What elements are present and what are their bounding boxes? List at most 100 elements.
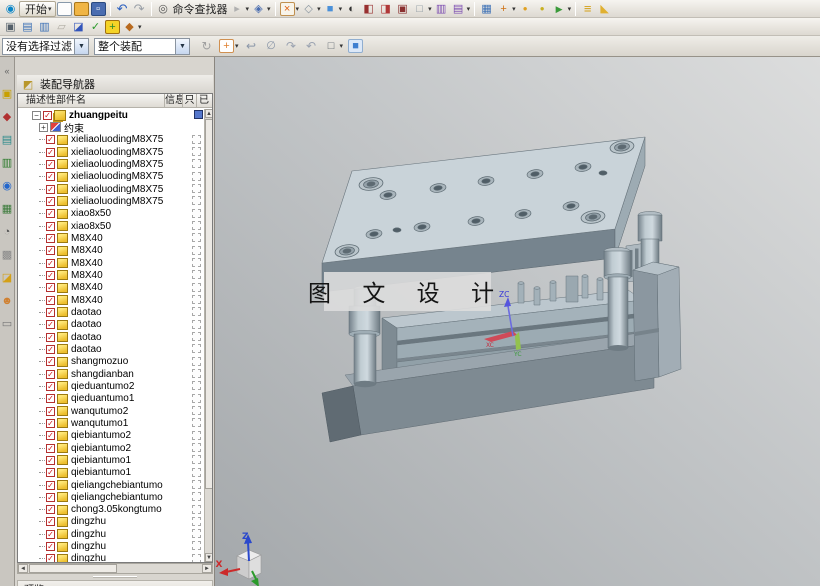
tree-row[interactable]: ✓ dingzhu [18, 528, 204, 540]
shaded-cube-icon[interactable]: ■ ▾ [322, 1, 344, 17]
readonly-checkbox[interactable] [192, 492, 201, 502]
start-button[interactable]: 开始 ▾ [19, 0, 56, 17]
tree-row[interactable]: ✓ qiebiantumo1 [18, 454, 204, 466]
component-checkbox[interactable]: ✓ [46, 320, 55, 330]
component-checkbox[interactable]: ✓ [46, 221, 55, 231]
datum-csys-icon[interactable]: + ▾ [495, 1, 517, 17]
chevron-down-icon[interactable]: ▼ [74, 38, 88, 54]
tree-row[interactable]: ✓ M8X40 [18, 282, 204, 294]
readonly-checkbox[interactable] [192, 418, 201, 428]
layer-category-icon[interactable]: ▥ [36, 19, 53, 35]
tree-row[interactable]: ✓ xieliaoluodingM8X75 [18, 158, 204, 170]
new-file-icon[interactable] [56, 1, 73, 17]
scroll-up-icon[interactable]: ▲ [205, 109, 212, 118]
tree-row[interactable]: ✓ M8X40 [18, 257, 204, 269]
layer-settings-icon[interactable]: ▤ [19, 19, 36, 35]
tree-row[interactable]: ✓ dingzhu [18, 516, 204, 528]
lock-icon[interactable]: ● [534, 1, 551, 17]
selection-filter-combo[interactable]: 没有选择过滤器 ▼ [2, 37, 89, 55]
clip-section-icon[interactable]: ◨ [377, 1, 394, 17]
tree-row[interactable]: ✓ shangdianban [18, 368, 204, 380]
tree-row[interactable]: ✓ qieliangchebiantumo [18, 479, 204, 491]
tree-row[interactable]: ✓ xiao8x50 [18, 208, 204, 220]
right-end-block[interactable] [632, 261, 682, 382]
readonly-checkbox[interactable] [192, 233, 201, 243]
readonly-checkbox[interactable] [192, 245, 201, 255]
save-icon[interactable]: ▫ [90, 1, 107, 17]
chevron-down-icon[interactable]: ▾ [568, 5, 572, 13]
scroll-down-icon[interactable]: ▼ [205, 553, 212, 562]
tree-row[interactable]: ✓ qieliangchebiantumo [18, 491, 204, 503]
component-checkbox[interactable]: ✓ [46, 172, 55, 182]
panel-splitter[interactable] [17, 576, 213, 579]
tree-row[interactable]: ✓ shangmozuo [18, 356, 204, 368]
window-icon[interactable]: × ▾ [279, 1, 301, 17]
readonly-checkbox[interactable] [192, 257, 201, 267]
component-checkbox[interactable]: ✓ [46, 492, 55, 502]
tree-row[interactable]: ✓ xieliaoluodingM8X75 [18, 183, 204, 195]
component-checkbox[interactable]: ✓ [46, 406, 55, 416]
component-checkbox[interactable]: ✓ [46, 270, 55, 280]
readonly-checkbox[interactable] [192, 455, 201, 465]
component-checkbox[interactable]: ✓ [46, 529, 55, 539]
component-checkbox[interactable]: ✓ [46, 258, 55, 268]
readonly-checkbox[interactable] [192, 442, 201, 452]
readonly-checkbox[interactable] [192, 294, 201, 304]
readonly-checkbox[interactable] [192, 479, 201, 489]
readonly-checkbox[interactable] [192, 146, 201, 156]
component-checkbox[interactable]: ✓ [46, 443, 55, 453]
chevron-down-icon[interactable]: ▼ [175, 38, 189, 54]
update-icon[interactable]: ↻ [198, 38, 215, 54]
component-checkbox[interactable]: ✓ [46, 517, 55, 527]
web-browser-icon[interactable]: ◉ [1, 179, 14, 192]
readonly-checkbox[interactable] [192, 529, 201, 539]
chevron-down-icon[interactable]: ▾ [467, 5, 471, 13]
tree-row[interactable]: ✓ M8X40 [18, 269, 204, 281]
component-checkbox[interactable]: ✓ [46, 283, 55, 293]
component-checkbox[interactable]: ✓ [46, 307, 55, 317]
tree-row[interactable]: ✓ qieduantumo1 [18, 393, 204, 405]
component-checkbox[interactable]: ✓ [46, 431, 55, 441]
readonly-checkbox[interactable] [192, 381, 201, 391]
readonly-checkbox[interactable] [192, 171, 201, 181]
readonly-checkbox[interactable] [192, 220, 201, 230]
readonly-checkbox[interactable] [192, 541, 201, 551]
tree-row[interactable]: ✓ M8X40 [18, 232, 204, 244]
rotate-view-icon[interactable]: ↷ [283, 38, 300, 54]
tree-row[interactable]: ✓ xiao8x50 [18, 220, 204, 232]
viewport-canvas[interactable]: 图 文 设 计 ZC XC YC Z X [215, 57, 820, 586]
chevron-down-icon[interactable]: ▾ [267, 5, 271, 13]
column-descriptive-part-name[interactable]: 描述性部件名 [18, 94, 165, 108]
empty-view-icon[interactable]: □ ▾ [411, 1, 433, 17]
readonly-checkbox[interactable] [192, 430, 201, 440]
spreadsheet-icon[interactable]: ▦ [478, 1, 495, 17]
move-component-icon[interactable]: + [104, 19, 121, 35]
enter-sketch-icon[interactable]: ▥ [433, 1, 450, 17]
reuse-library-icon[interactable]: ▥ [1, 156, 14, 169]
visual-reports-icon[interactable]: ◪ [1, 271, 14, 284]
tree-row[interactable]: ✓ daotao [18, 331, 204, 343]
scroll-right-icon[interactable]: ► [202, 564, 212, 573]
search-scope-combo[interactable]: 整个装配 ▼ [94, 37, 190, 55]
readonly-checkbox[interactable] [192, 159, 201, 169]
component-checkbox[interactable]: ✓ [46, 246, 55, 256]
play-icon[interactable]: ▶ ▾ [551, 1, 573, 17]
component-checkbox[interactable]: ✓ [46, 184, 55, 194]
component-checkbox[interactable]: ✓ [43, 110, 52, 120]
assembly-constraints-icon[interactable]: ✓ [87, 19, 104, 35]
component-checkbox[interactable]: ✓ [46, 357, 55, 367]
component-checkbox[interactable]: ✓ [46, 480, 55, 490]
frame-view-icon[interactable]: ▣ [394, 1, 411, 17]
nx-logo-icon[interactable]: ◉ [2, 1, 19, 17]
graphics-viewport[interactable]: 图 文 设 计 ZC XC YC Z X [215, 57, 820, 586]
collapse-arrows-icon[interactable]: « [1, 64, 14, 77]
shaded-display-icon[interactable]: ■ [347, 38, 364, 54]
tree-row[interactable]: ✓ qiebiantumo2 [18, 442, 204, 454]
clock-icon[interactable]: ◔ [1, 225, 14, 238]
preview-section-header[interactable]: 预览 ∨ [17, 580, 213, 586]
key-icon[interactable]: ● [517, 1, 534, 17]
readonly-checkbox[interactable] [192, 282, 201, 292]
bars-icon[interactable]: ≡ [579, 1, 596, 17]
component-checkbox[interactable]: ✓ [46, 418, 55, 428]
tree-row[interactable]: ✓ xieliaoluodingM8X75 [18, 134, 204, 146]
